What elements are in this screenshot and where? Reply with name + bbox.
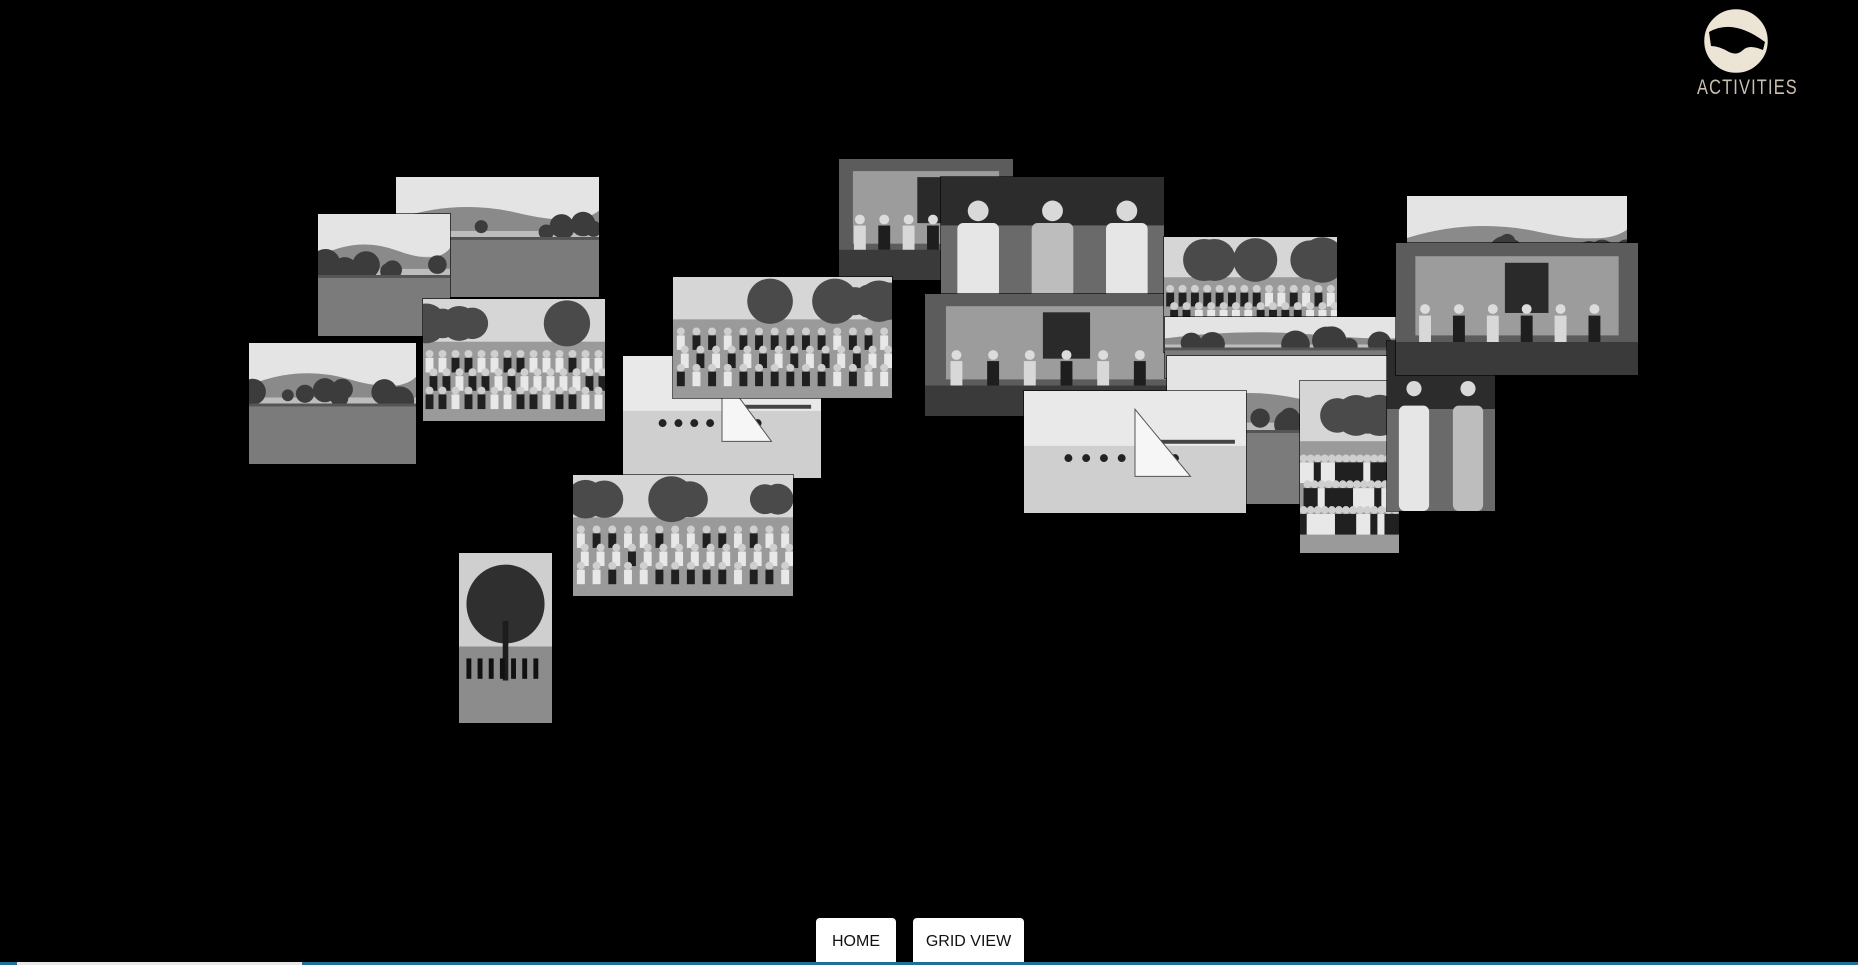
brand-logo[interactable]: ACTIVITIES [1686,8,1798,100]
activities-page: ACTIVITIES HOME GRID VIEW [0,0,1858,965]
photo-image [459,553,552,723]
photo-band-gazebo[interactable] [672,276,893,399]
photo-image [673,277,892,398]
photo-sailboat-shore[interactable] [1023,390,1247,514]
photo-tree-portrait[interactable] [458,552,553,724]
grid-view-button[interactable]: GRID VIEW [913,918,1024,965]
photo-image [941,177,1164,298]
photo-image [249,343,416,464]
photo-dancer-stage[interactable] [1395,242,1639,376]
brand-label: ACTIVITIES [1697,76,1798,99]
home-button[interactable]: HOME [816,918,896,965]
photo-image [1396,243,1638,375]
photo-image [423,299,605,421]
photo-picnic-crowd[interactable] [1299,380,1400,554]
photo-lake-field[interactable] [248,342,417,465]
photo-image [1300,381,1399,553]
photo-image [1024,391,1246,513]
photo-uniformed-group[interactable] [422,298,606,422]
photo-orchard-group[interactable] [572,474,794,597]
activities-badge-icon [1704,9,1768,73]
photo-three-women[interactable] [940,176,1165,299]
photo-image [573,475,793,596]
